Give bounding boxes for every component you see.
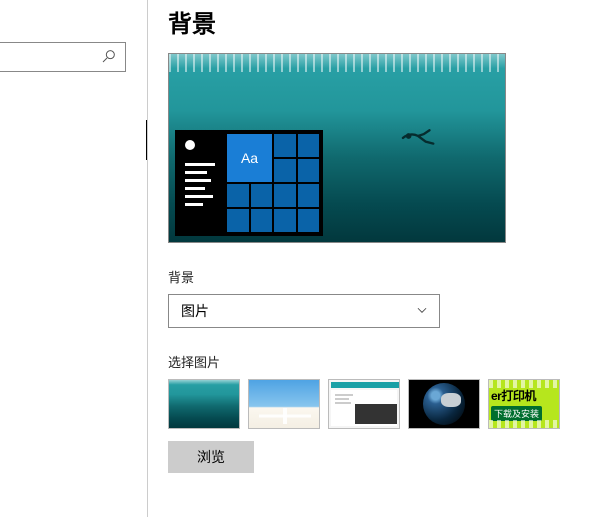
main-content: 背景 Aa: [168, 0, 600, 517]
browse-button[interactable]: 浏览: [168, 441, 254, 473]
thumbnail-2[interactable]: [248, 379, 320, 429]
start-menu-preview: Aa: [175, 130, 323, 236]
chevron-down-icon: [415, 303, 429, 320]
thumbnail-4[interactable]: [408, 379, 480, 429]
dropdown-value: 图片: [181, 301, 209, 321]
background-label: 背景: [168, 267, 600, 286]
nav-active-indicator: [146, 120, 147, 160]
thumbnail-5[interactable]: er打印机 下载及安装: [488, 379, 560, 429]
thumbnail-3[interactable]: [328, 379, 400, 429]
picture-thumbnails: er打印机 下载及安装: [168, 379, 600, 429]
tile-aa: Aa: [227, 134, 272, 182]
search-icon: [101, 48, 117, 67]
background-preview: Aa: [168, 53, 506, 243]
swimmer-figure: [401, 124, 439, 148]
background-type-dropdown[interactable]: 图片: [168, 294, 440, 328]
choose-picture-label: 选择图片: [168, 352, 600, 371]
page-title: 背景: [168, 4, 600, 39]
thumbnail-1[interactable]: [168, 379, 240, 429]
search-input[interactable]: [0, 42, 126, 72]
sidebar: [0, 0, 148, 517]
